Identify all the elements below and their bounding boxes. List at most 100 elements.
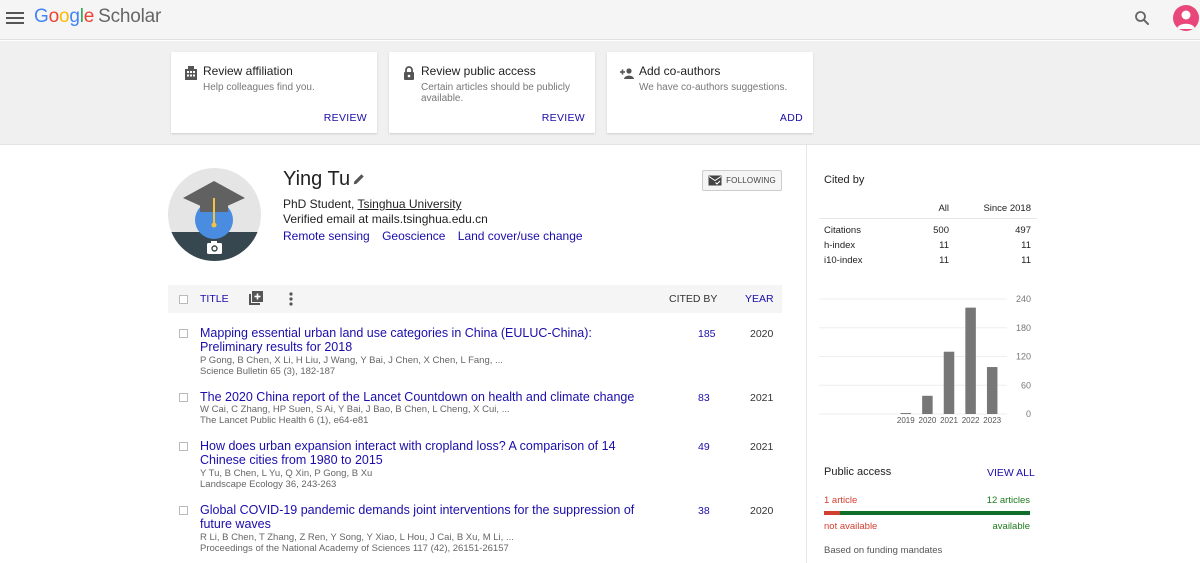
y-tick-label: 0 — [1026, 409, 1031, 419]
cited-by-link[interactable]: 185 — [698, 328, 716, 340]
search-icon[interactable] — [1133, 9, 1151, 27]
camera-icon[interactable] — [206, 240, 223, 255]
pencil-icon[interactable] — [352, 172, 366, 186]
available-count[interactable]: 12 articles — [982, 495, 1030, 506]
review-affiliation-card: Review affiliation Help colleagues find … — [171, 52, 377, 133]
article-title-link[interactable]: How does urban expansion interact with c… — [200, 439, 650, 467]
verified-email: Verified email at mails.tsinghua.edu.cn — [283, 212, 488, 226]
citation-metrics-table: All Since 2018 Citations 500 497 h-index… — [819, 195, 1037, 268]
card-description: Help colleagues find you. — [203, 82, 315, 93]
row-checkbox[interactable] — [179, 506, 188, 515]
add-coauthors-card: Add co-authors We have co-authors sugges… — [607, 52, 813, 133]
x-tick-label: 2019 — [897, 416, 915, 425]
account-avatar[interactable] — [1173, 5, 1199, 31]
cited-by-link[interactable]: 83 — [698, 392, 710, 404]
metric-all: 11 — [939, 255, 949, 266]
public-access-bar — [824, 511, 1030, 515]
card-title: Add co-authors — [639, 64, 721, 78]
top-bar: Google Scholar — [0, 0, 1200, 40]
sort-by-title[interactable]: TITLE — [200, 293, 229, 305]
interest-link[interactable]: Geoscience — [382, 229, 445, 243]
cited-by-sidebar: Cited by All Since 2018 Citations 500 49… — [806, 145, 1200, 563]
col-all: All — [938, 203, 949, 214]
metric-all: 500 — [933, 225, 949, 236]
article-year: 2021 — [750, 441, 774, 453]
profile-photo[interactable] — [168, 168, 261, 261]
research-interests: Remote sensing Geoscience Land cover/use… — [283, 229, 592, 243]
affiliation-link[interactable]: Tsinghua University — [358, 197, 462, 211]
x-tick-label: 2020 — [919, 416, 937, 425]
google-scholar-logo[interactable]: Google Scholar — [34, 6, 161, 28]
following-button[interactable]: FOLLOWING — [702, 170, 782, 191]
article-title-link[interactable]: Mapping essential urban land use categor… — [200, 326, 650, 354]
article-title-link[interactable]: The 2020 China report of the Lancet Coun… — [200, 390, 650, 404]
metric-since: 497 — [1015, 225, 1031, 236]
metric-all: 11 — [939, 240, 949, 251]
articles-table-header: TITLE CITED BY YEAR — [168, 285, 782, 313]
row-checkbox[interactable] — [179, 442, 188, 451]
view-all-link[interactable]: VIEW ALL — [987, 467, 1035, 479]
suggestion-banner: Review affiliation Help colleagues find … — [0, 41, 1200, 145]
more-options-icon[interactable] — [289, 292, 293, 306]
review-public-access-button[interactable]: REVIEW — [542, 112, 585, 124]
citations-bar-2020[interactable] — [922, 395, 933, 414]
y-tick-label: 180 — [1016, 323, 1031, 333]
interest-link[interactable]: Remote sensing — [283, 229, 370, 243]
select-all-checkbox[interactable] — [179, 295, 188, 304]
card-description: Certain articles should be publicly avai… — [421, 82, 570, 104]
add-coauthors-button[interactable]: ADD — [780, 112, 803, 124]
citations-bar-2023[interactable] — [986, 367, 998, 414]
metric-since: 11 — [1021, 255, 1031, 266]
available-label: available — [992, 521, 1031, 532]
article-year: 2020 — [750, 505, 774, 517]
article-venue: Proceedings of the National Academy of S… — [200, 543, 509, 554]
metric-label[interactable]: i10-index — [824, 255, 863, 266]
not-available-count[interactable]: 1 article — [824, 495, 857, 506]
cited-by-link[interactable]: 49 — [698, 441, 710, 453]
funding-mandates-note: Based on funding mandates — [824, 545, 943, 556]
review-public-access-card: Review public access Certain articles sh… — [389, 52, 595, 133]
row-checkbox[interactable] — [179, 329, 188, 338]
x-tick-label: 2021 — [940, 416, 958, 425]
article-authors: R Li, B Chen, T Zhang, Z Ren, Y Song, Y … — [200, 532, 514, 543]
cited-by-link[interactable]: 38 — [698, 505, 710, 517]
y-tick-label: 60 — [1021, 380, 1031, 390]
metrics-row: i10-index 11 11 — [819, 253, 1037, 268]
sort-by-cited[interactable]: CITED BY — [669, 293, 717, 305]
mail-check-icon — [708, 175, 722, 186]
article-venue: Landscape Ecology 36, 243-263 — [200, 479, 337, 490]
article-authors: Y Tu, B Chen, L Yu, Q Xin, P Gong, B Xu — [200, 468, 373, 479]
add-article-icon[interactable] — [249, 291, 263, 305]
add-person-icon — [620, 68, 634, 79]
not-available-label: not available — [824, 521, 878, 532]
menu-icon[interactable] — [6, 10, 24, 26]
metrics-row: Citations 500 497 — [819, 223, 1037, 238]
article-title-link[interactable]: Global COVID-19 pandemic demands joint i… — [200, 503, 650, 531]
y-tick-label: 240 — [1016, 294, 1031, 304]
citations-bar-2021[interactable] — [943, 351, 955, 414]
metric-label[interactable]: h-index — [824, 240, 855, 251]
x-tick-label: 2023 — [983, 416, 1001, 425]
citations-per-year-chart: 0 60 120 180 240 2019 2020 2021 2022 2023 — [819, 294, 1031, 425]
citations-bar-2022[interactable] — [965, 307, 976, 414]
interest-link[interactable]: Land cover/use change — [458, 229, 583, 243]
person-icon — [1177, 10, 1195, 29]
article-year: 2021 — [750, 392, 774, 404]
row-checkbox[interactable] — [179, 393, 188, 402]
y-tick-label: 120 — [1016, 352, 1031, 362]
review-affiliation-button[interactable]: REVIEW — [324, 112, 367, 124]
card-title: Review public access — [421, 64, 536, 78]
metrics-row: h-index 11 11 — [819, 238, 1037, 253]
cited-by-heading: Cited by — [824, 174, 865, 186]
article-venue: The Lancet Public Health 6 (1), e64-e81 — [200, 415, 369, 426]
article-year: 2020 — [750, 328, 774, 340]
card-description: We have co-authors suggestions. — [639, 82, 788, 93]
article-authors: W Cai, C Zhang, HP Suen, S Ai, Y Bai, J … — [200, 404, 510, 415]
metric-label[interactable]: Citations — [824, 225, 861, 236]
author-affiliation: PhD Student, Tsinghua University — [283, 197, 462, 211]
article-authors: P Gong, B Chen, X Li, H Liu, J Wang, Y B… — [200, 355, 503, 366]
lock-icon — [404, 66, 414, 80]
sort-by-year[interactable]: YEAR — [745, 293, 774, 305]
x-tick-label: 2022 — [962, 416, 980, 425]
citations-bar-2019[interactable] — [900, 413, 912, 414]
